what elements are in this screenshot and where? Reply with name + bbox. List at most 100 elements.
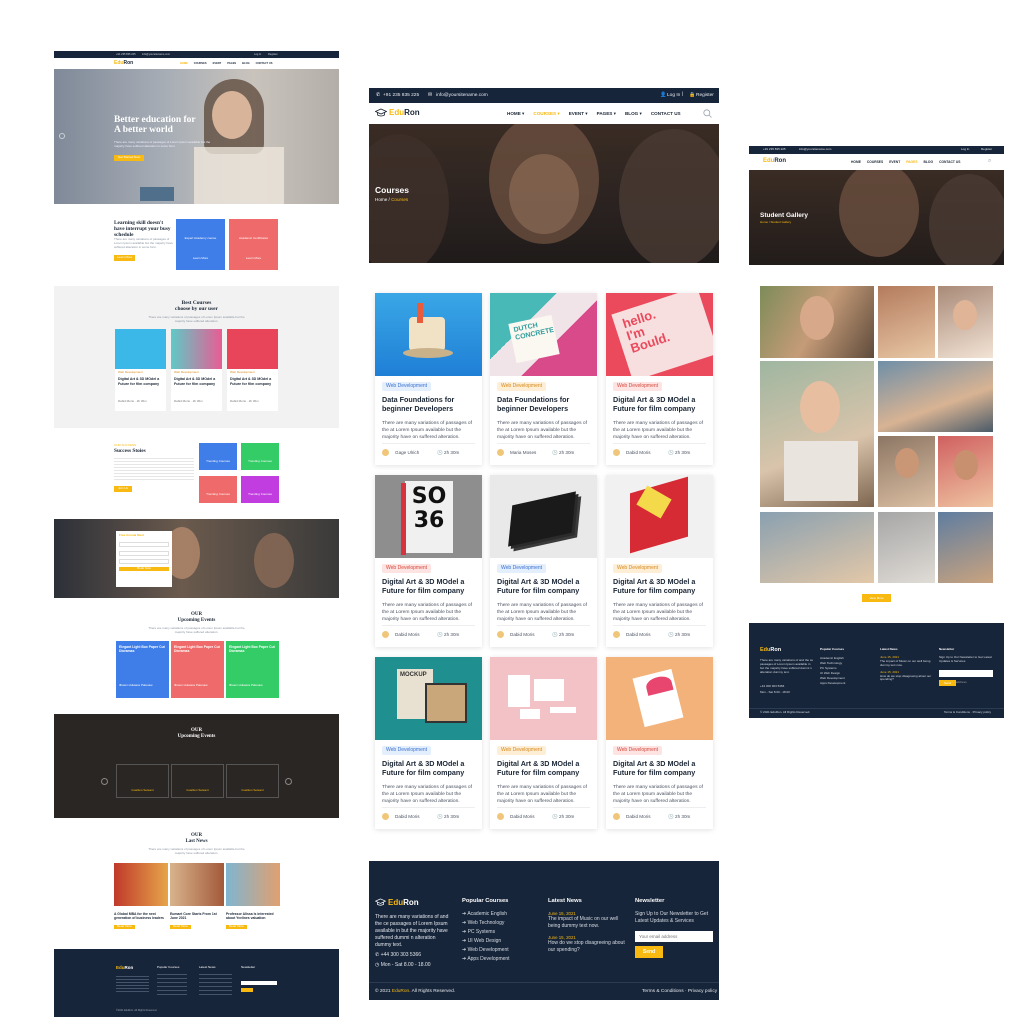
gallery-photo[interactable] (938, 512, 993, 583)
enroll-name-field[interactable] (119, 541, 169, 547)
home-nav-event[interactable]: EVENT (213, 62, 222, 65)
home-footer-logo[interactable]: EduRon (116, 965, 133, 970)
search-icon[interactable]: ⌕ (988, 158, 991, 165)
course-card[interactable]: Web Development Digital Art & 3D MOdel a… (490, 657, 597, 829)
success-button[interactable]: Join Us (114, 486, 133, 492)
best-course-card[interactable]: Web Development Digital Art & 3D MOdel a… (115, 329, 166, 411)
course-title[interactable]: Digital Art & 3D MOdel a Future for film… (613, 577, 708, 596)
gallery-breadcrumb[interactable]: Home / Student Gallery (760, 220, 791, 225)
intro-button[interactable]: Learn More (114, 255, 136, 261)
certificates-box[interactable]: Academic Certificates Learn More (229, 219, 278, 270)
course-card[interactable]: Web Development Digital Art & 3D MOdel a… (606, 475, 713, 647)
gallery-photo[interactable] (938, 436, 993, 507)
nav-contact[interactable]: CONTACT US (651, 111, 681, 117)
gallery-logo[interactable]: EduRon (763, 158, 786, 164)
gallery-register-link[interactable]: Register (981, 147, 992, 152)
news-read-more[interactable]: Read More (226, 924, 247, 929)
footer-course-link[interactable]: ➔ Academic English (462, 911, 510, 917)
footer-course-link[interactable]: ➔ Web Technology (462, 920, 510, 926)
home-nav-contact[interactable]: CONTACT US (256, 62, 273, 65)
nav-courses[interactable]: COURSES ▾ (533, 111, 559, 117)
news-image[interactable] (114, 863, 168, 906)
enroll-email-field[interactable] (119, 550, 169, 556)
footer-course-link[interactable]: ➔ Apps Development (462, 956, 510, 962)
footer-news-link[interactable]: The impact of Music on our well being du… (548, 916, 628, 929)
home-login-link[interactable]: Log In (254, 53, 261, 56)
gallery-photo[interactable] (878, 286, 935, 358)
course-card[interactable]: Web Development Data Foundations for beg… (375, 293, 482, 465)
view-more-button[interactable]: View More (862, 594, 891, 602)
gallery-footer-logo[interactable]: EduRon (760, 647, 781, 653)
course-title[interactable]: Digital Art & 3D MOdel a Future for film… (382, 577, 477, 596)
academy-box[interactable]: Expert Academy course Learn More (176, 219, 225, 270)
gallery-photo[interactable] (878, 436, 935, 507)
event-card[interactable]: Elegant Light Box Paper Cut Dioramas Ilha… (116, 641, 169, 698)
home-footer-send-button[interactable] (241, 988, 253, 992)
hero-cta-button[interactable]: Get Started Now (114, 155, 145, 161)
course-card[interactable]: MOCKUP Web Development Digital Art & 3D … (375, 657, 482, 829)
nav-event[interactable]: EVENT ▾ (569, 111, 588, 117)
trend-tile[interactable]: Trending Courses (241, 443, 279, 470)
footer-logo[interactable]: EduRon (388, 898, 419, 907)
testimonial-next-icon[interactable] (285, 778, 292, 785)
footer-course-link[interactable]: ➔ Web Development (462, 947, 510, 953)
login-link[interactable]: Log In (667, 93, 680, 98)
footer-course-link[interactable]: ➔ PC Systems (462, 929, 510, 935)
trend-tile[interactable]: Trending Courses (241, 476, 279, 503)
course-card[interactable]: SO 36 Web Development Digital Art & 3D MO… (375, 475, 482, 647)
home-nav-blog[interactable]: BLOG (242, 62, 250, 65)
newsletter-email-input[interactable] (635, 931, 713, 942)
gallery-send-button[interactable]: Send (939, 680, 956, 686)
course-card[interactable]: Web Development Digital Art & 3D MOdel a… (490, 475, 597, 647)
course-title[interactable]: Digital Art & 3D MOdel a Future for film… (613, 759, 708, 778)
course-title[interactable]: Digital Art & 3D MOdel a Future for film… (613, 395, 708, 414)
course-title[interactable]: Digital Art & 3D MOdel a Future for film… (497, 759, 592, 778)
home-footer-email-input[interactable] (241, 981, 277, 985)
news-read-more[interactable]: Read More (114, 924, 135, 929)
news-image[interactable] (170, 863, 224, 906)
best-course-card[interactable]: Web Development Digital Art & 3D MOdel a… (171, 329, 222, 411)
newsletter-send-button[interactable]: Send (635, 946, 663, 958)
enroll-button[interactable]: Book Now (119, 566, 169, 571)
register-link[interactable]: Register (696, 93, 714, 98)
footer-course-link[interactable]: ➔ UI Web Design (462, 938, 510, 944)
event-card[interactable]: Elegant Light Box Paper Cut Dioramas Ilha… (171, 641, 224, 698)
news-image[interactable] (226, 863, 280, 906)
course-title[interactable]: Digital Art & 3D MOdel a Future for film… (382, 759, 477, 778)
best-course-card[interactable]: Web Development Digital Art & 3D MOdel a… (227, 329, 278, 411)
course-card[interactable]: hello. I'm Bould. Web Development Digital … (606, 293, 713, 465)
footer-news-link[interactable]: How do we stop disagreeing about our spe… (548, 940, 628, 953)
gallery-photo[interactable] (760, 286, 874, 358)
footer-legal-links[interactable]: Terms & Conditions · Privacy policy (642, 989, 717, 994)
event-card[interactable]: Elegant Light Box Paper Cut Dioramas Ilha… (226, 641, 279, 698)
gallery-photo[interactable] (760, 512, 874, 583)
trend-tile[interactable]: Trending Courses (199, 476, 237, 503)
home-register-link[interactable]: Register (268, 53, 278, 56)
gallery-photo[interactable] (938, 286, 993, 358)
courses-logo[interactable]: EduRon (389, 108, 420, 117)
enroll-phone-field[interactable] (119, 558, 169, 564)
course-card[interactable]: DUTCH CONCRETE Web Development Data Found… (490, 293, 597, 465)
gallery-photo[interactable] (878, 361, 993, 432)
nav-blog[interactable]: BLOG ▾ (625, 111, 642, 117)
course-title[interactable]: Data Foundations for beginner Developers (382, 395, 477, 414)
gallery-photo[interactable] (878, 512, 935, 583)
hero-prev-icon[interactable] (59, 133, 65, 139)
course-title[interactable]: Data Foundations for beginner Developers (497, 395, 592, 414)
breadcrumb-home[interactable]: Home (375, 197, 387, 202)
course-card[interactable]: Web Development Digital Art & 3D MOdel a… (606, 657, 713, 829)
gallery-login-link[interactable]: Log In (961, 147, 969, 152)
search-icon[interactable] (703, 109, 712, 118)
news-read-more[interactable]: Read More (170, 924, 191, 929)
home-nav-home[interactable]: HOME (180, 62, 188, 65)
gallery-photo[interactable] (760, 361, 874, 507)
nav-pages[interactable]: PAGES ▾ (597, 111, 616, 117)
trend-tile[interactable]: Trending Courses (199, 443, 237, 470)
home-nav-pages[interactable]: PAGES (227, 62, 236, 65)
course-title[interactable]: Digital Art & 3D MOdel a Future for film… (497, 577, 592, 596)
nav-home[interactable]: HOME ▾ (507, 111, 524, 117)
home-nav-courses[interactable]: COURSES (194, 62, 207, 65)
gallery-newsletter-input[interactable]: Your email address (939, 670, 993, 684)
home-logo[interactable]: EduRon (114, 60, 133, 66)
testimonial-prev-icon[interactable] (101, 778, 108, 785)
